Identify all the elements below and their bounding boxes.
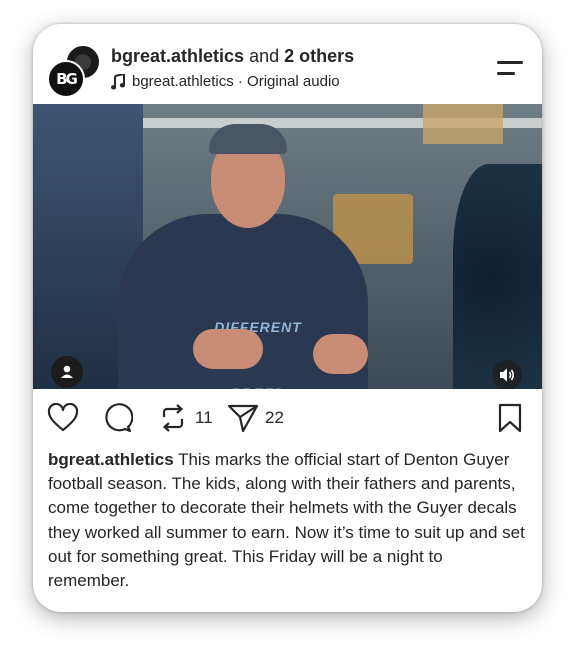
share-icon[interactable] (227, 403, 259, 433)
action-bar: 11 22 (33, 389, 542, 445)
bookmark-icon[interactable] (497, 403, 523, 433)
post-video[interactable]: DIFFERENT BREED (33, 104, 542, 389)
heart-icon[interactable] (47, 403, 79, 433)
post-card: BG bgreat.athletics and 2 others bgreat.… (33, 24, 542, 612)
avatar: BG (47, 60, 85, 98)
post-header: BG bgreat.athletics and 2 others bgreat.… (33, 24, 542, 104)
shirt-text: DIFFERENT BREED (214, 319, 302, 389)
comment-icon[interactable] (101, 403, 133, 433)
music-note-icon (111, 73, 125, 89)
author-username[interactable]: bgreat.athletics (111, 46, 244, 66)
speaker-icon (500, 368, 515, 382)
menu-icon[interactable] (497, 58, 525, 80)
and-text: and (249, 46, 280, 66)
caption-text: This marks the official start of Denton … (48, 450, 525, 591)
caption-username[interactable]: bgreat.athletics (48, 450, 174, 469)
others-link[interactable]: 2 others (284, 46, 354, 66)
avatar-stack[interactable]: BG (47, 44, 103, 98)
user-tag-icon (61, 365, 73, 378)
post-authors: bgreat.athletics and 2 others (111, 46, 354, 67)
user-tag-button[interactable] (51, 356, 83, 388)
repost-icon[interactable] (159, 403, 187, 433)
repost-count: 11 (195, 408, 213, 427)
audio-attribution[interactable]: bgreat.athletics · Original audio (111, 73, 340, 90)
sound-toggle-button[interactable] (492, 360, 522, 389)
post-caption: bgreat.athletics This marks the official… (48, 448, 528, 593)
audio-label: bgreat.athletics · Original audio (132, 73, 340, 90)
share-count: 22 (265, 408, 284, 427)
